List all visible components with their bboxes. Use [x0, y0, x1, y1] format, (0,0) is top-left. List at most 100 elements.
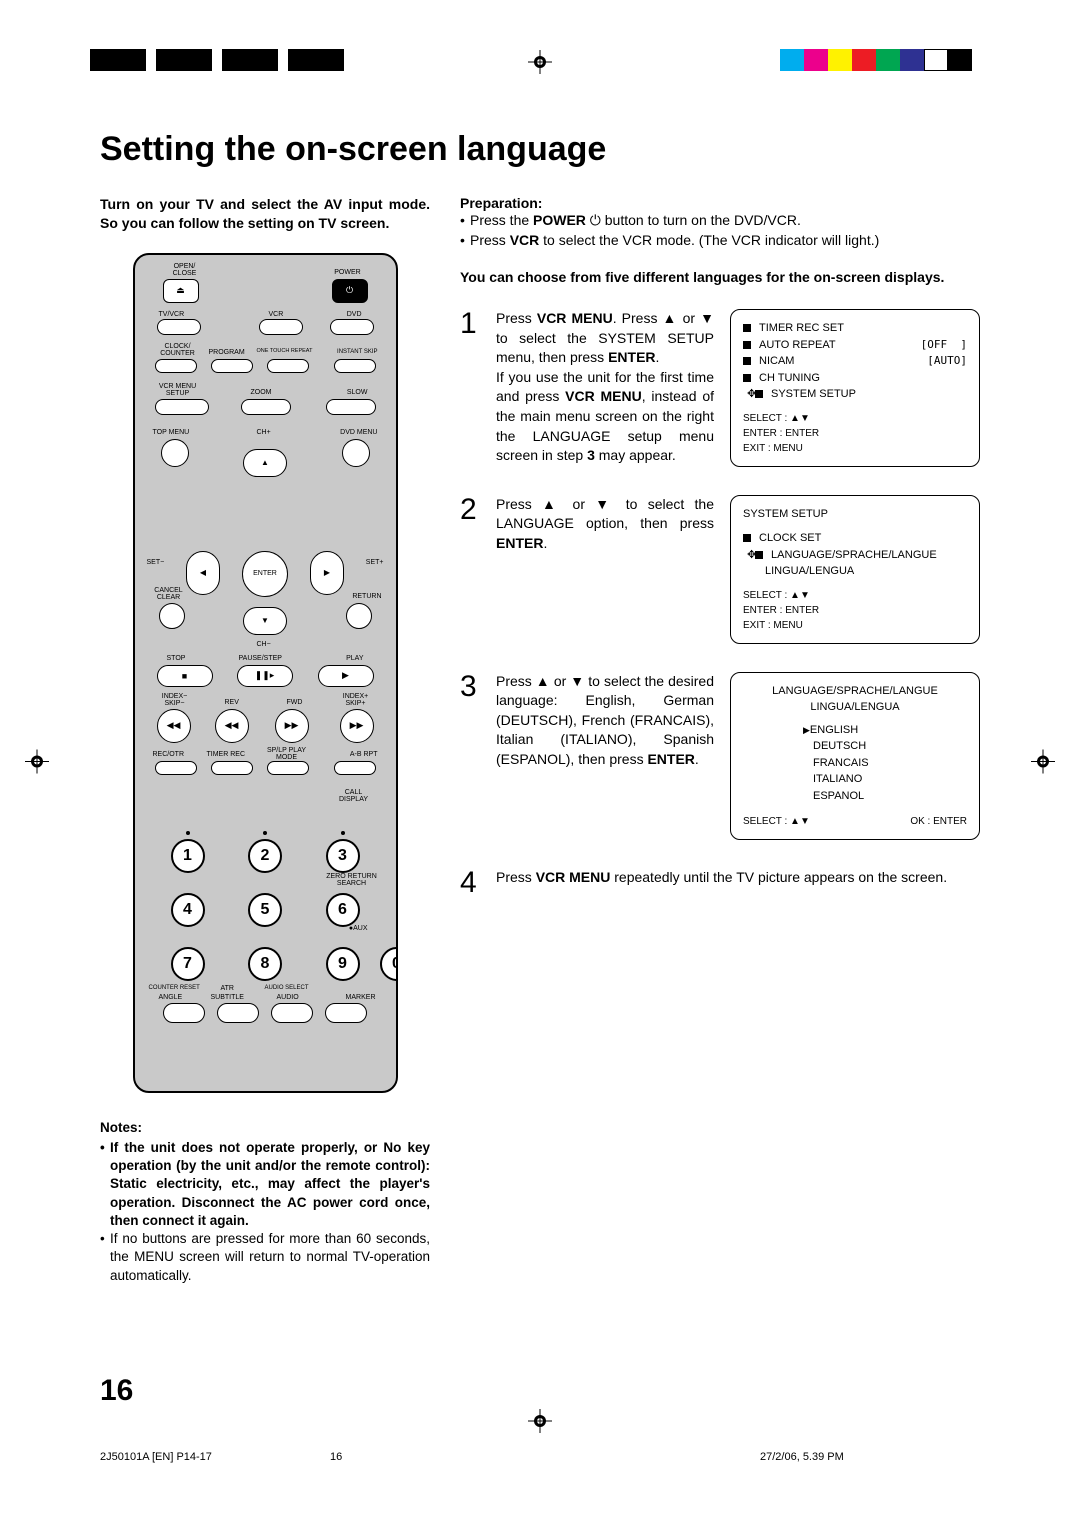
dpad: ▲ ▼ ◀ ▶ ENTER: [180, 511, 350, 631]
step-2-text: Press ▲ or ▼ to select the LANGUAGE opti…: [496, 495, 714, 644]
btn-subtitle: [217, 1003, 259, 1023]
osd2-enter: ENTER : ENTER: [743, 603, 967, 618]
btn-clock: [155, 359, 197, 373]
lbl-return: RETURN: [352, 593, 381, 600]
lbl-slow: SLOW: [347, 389, 368, 396]
btn-fwd: ▶▶: [275, 709, 309, 743]
osd3-select: SELECT : ▲▼: [743, 814, 810, 829]
osd1-select: SELECT : ▲▼: [743, 411, 967, 426]
btn-skipfwd: ▶▶: [340, 709, 374, 743]
btn-8: 8: [248, 947, 282, 981]
btn-iskip: [334, 359, 376, 373]
btn-play: ▶: [318, 665, 374, 687]
registration-target-top: [528, 50, 552, 79]
btn-3: 3: [326, 839, 360, 873]
btn-recotr: [155, 761, 197, 775]
lbl-dvd: DVD: [347, 311, 362, 318]
notes-section: Notes: If the unit does not operate prop…: [100, 1119, 430, 1285]
lbl-tvvcr: TV/VCR: [159, 311, 185, 318]
note-2: If no buttons are pressed for more than …: [100, 1230, 430, 1285]
btn-abrpt: [334, 761, 376, 775]
lbl-stop: STOP: [167, 655, 186, 662]
step-3-num: 3: [460, 672, 486, 841]
osd-screen-3: LANGUAGE/SPRACHE/LANGUE LINGUA/LENGUA EN…: [730, 672, 980, 841]
lbl-cancel: CANCEL CLEAR: [147, 587, 191, 601]
step-1-text: Press VCR MENU. Press ▲ or ▼ to select t…: [496, 309, 714, 467]
btn-4: 4: [171, 893, 205, 927]
lbl-open-close: OPEN/ CLOSE: [165, 263, 205, 277]
lbl-rev: REV: [225, 699, 239, 706]
registration-target-bottom: [528, 1409, 552, 1438]
lbl-otr: ONE TOUCH REPEAT: [257, 349, 313, 355]
osd-screen-2: SYSTEM SETUP CLOCK SET ✥LANGUAGE/SPRACHE…: [730, 495, 980, 644]
black-bars: [90, 49, 350, 71]
lbl-asel: AUDIO SELECT: [265, 985, 309, 991]
lbl-call: CALL DISPLAY: [332, 789, 376, 803]
color-bars: [780, 49, 990, 71]
lbl-idxm: INDEX− SKIP−: [155, 693, 195, 707]
lbl-vcrmenu: VCR MENU SETUP: [153, 383, 203, 397]
left-column: Turn on your TV and select the AV input …: [100, 195, 430, 1285]
lbl-marker: MARKER: [346, 994, 376, 1001]
lbl-atr: ATR: [221, 985, 234, 992]
osd1-enter: ENTER : ENTER: [743, 426, 967, 441]
btn-9: 9: [326, 947, 360, 981]
btn-up: ▲: [243, 449, 287, 477]
lbl-iskip: INSTANT SKIP: [337, 349, 377, 355]
lbl-cr: COUNTER RESET: [149, 985, 200, 991]
lbl-clock-counter: CLOCK/ COUNTER: [153, 343, 203, 357]
btn-angle: [163, 1003, 205, 1023]
btn-marker: [325, 1003, 367, 1023]
print-footer: 2J50101A [EN] P14-17 16 27/2/06, 5.39 PM: [100, 1451, 980, 1463]
step-4-num: 4: [460, 868, 486, 898]
lbl-zoom: ZOOM: [251, 389, 272, 396]
osd2-exit: EXIT : MENU: [743, 618, 967, 633]
lbl-pause: PAUSE/STEP: [239, 655, 282, 662]
lbl-subtitle: SUBTITLE: [211, 994, 244, 1001]
lbl-setp: SET+: [366, 559, 384, 566]
lbl-play: PLAY: [346, 655, 363, 662]
btn-6: 6: [326, 893, 360, 927]
footer-doc-id: 2J50101A [EN] P14-17: [100, 1451, 330, 1463]
btn-zoom: [241, 399, 291, 415]
btn-otr: [267, 359, 309, 373]
step-1-num: 1: [460, 309, 486, 467]
btn-power: ⏻: [332, 279, 368, 303]
osd2-select: SELECT : ▲▼: [743, 588, 967, 603]
btn-stop: ■: [157, 665, 213, 687]
btn-rev: ◀◀: [215, 709, 249, 743]
btn-cancel: [159, 603, 185, 629]
step-4-text: Press VCR MENU repeatedly until the TV p…: [496, 868, 980, 898]
btn-1: 1: [171, 839, 205, 873]
note-1: If the unit does not operate properly, o…: [100, 1139, 430, 1230]
step-3-text: Press ▲ or ▼ to select the desired langu…: [496, 672, 714, 841]
btn-eject: ⏏: [163, 279, 199, 303]
osd2-title: SYSTEM SETUP: [743, 506, 967, 523]
step-2: 2 Press ▲ or ▼ to select the LANGUAGE op…: [460, 495, 980, 644]
lbl-dvdmenu: DVD MENU: [340, 429, 377, 436]
btn-right: ▶: [310, 551, 344, 595]
osd3-sub: LINGUA/LENGUA: [743, 699, 967, 716]
step-4: 4 Press VCR MENU repeatedly until the TV…: [460, 868, 980, 898]
page-title: Setting the on-screen language: [100, 130, 980, 169]
intro-left: Turn on your TV and select the AV input …: [100, 195, 430, 233]
btn-pause: ❚❚▸: [237, 665, 293, 687]
choose-text: You can choose from five different langu…: [460, 268, 980, 287]
osd3-title: LANGUAGE/SPRACHE/LANGUE: [743, 683, 967, 700]
lbl-audio: AUDIO: [277, 994, 299, 1001]
btn-topmenu: [161, 439, 189, 467]
prep-item-2: Press VCR to select the VCR mode. (The V…: [460, 231, 980, 251]
osd3-ok: OK : ENTER: [910, 814, 967, 829]
prep-heading: Preparation:: [460, 195, 980, 211]
numpad: 1 2 3 4 5 6 7 8 9 0: [171, 831, 360, 1001]
btn-down: ▼: [243, 607, 287, 635]
lbl-abrpt: A-B RPT: [350, 751, 378, 758]
lbl-chp: CH+: [257, 429, 271, 436]
btn-0: 0: [380, 947, 398, 981]
lbl-chm: CH−: [257, 641, 271, 648]
btn-7: 7: [171, 947, 205, 981]
step-3: 3 Press ▲ or ▼ to select the desired lan…: [460, 672, 980, 841]
btn-vcrmenu: [155, 399, 209, 415]
btn-program: [211, 359, 253, 373]
osd1-exit: EXIT : MENU: [743, 441, 967, 456]
